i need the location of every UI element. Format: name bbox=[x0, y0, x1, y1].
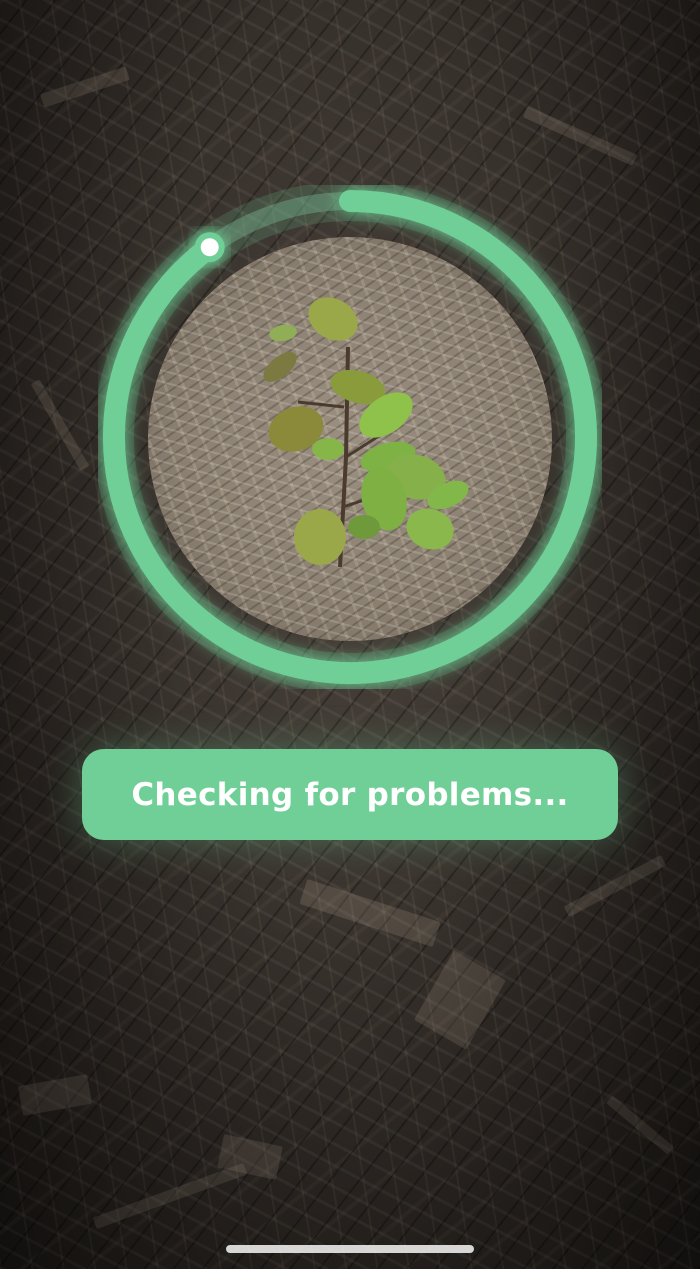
mulch-chip bbox=[522, 106, 638, 166]
leaf bbox=[294, 509, 346, 565]
plant-photo-icon bbox=[263, 297, 469, 568]
mulch-chip bbox=[414, 950, 506, 1050]
leaf bbox=[263, 352, 297, 382]
leaf bbox=[406, 508, 454, 550]
leaf bbox=[308, 297, 358, 341]
mulch-chip bbox=[30, 379, 90, 471]
status-banner: Checking for problems... bbox=[82, 749, 618, 840]
home-indicator[interactable] bbox=[226, 1245, 474, 1253]
mulch-chip bbox=[606, 1095, 674, 1155]
mulch-chip bbox=[92, 1163, 248, 1229]
mulch-chip bbox=[17, 1074, 93, 1116]
leaf bbox=[348, 515, 380, 539]
plant-branch bbox=[297, 400, 345, 409]
status-label: Checking for problems... bbox=[131, 776, 569, 813]
mulch-chip bbox=[563, 854, 667, 918]
leaf bbox=[312, 438, 344, 460]
plant-photo bbox=[148, 237, 552, 641]
leaf bbox=[269, 324, 297, 342]
scan-progress-ring bbox=[98, 185, 602, 689]
mulch-chip bbox=[299, 879, 441, 947]
mulch-chip bbox=[40, 66, 130, 108]
